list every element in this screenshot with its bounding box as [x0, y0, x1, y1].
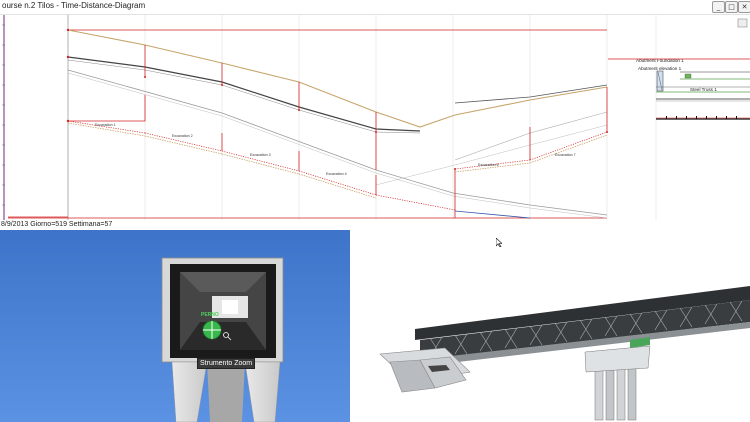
activity-label-excavation-7: Excavation 7 [555, 153, 576, 157]
window-title: ourse n.2 Tilos - Time-Distance-Diagram [2, 1, 146, 10]
header-label-abutment-elevation: Abutment elevation 1 [638, 66, 682, 71]
activity-label-excavation-3: Excavation 3 [250, 153, 271, 157]
bridge-render-view[interactable] [350, 220, 750, 422]
status-bar: 8/9/2013 Giorno=519 Settimana=57 [0, 220, 351, 230]
activity-label-excavation-4: Excavation 4 [326, 172, 347, 176]
3d-viewport[interactable]: PERNO Strumento Zoom [0, 230, 350, 422]
diagram-options-icon[interactable] [737, 18, 748, 28]
zoom-tool-tooltip: Strumento Zoom [197, 358, 256, 369]
diagram-canvas[interactable]: Excavation 1 Excavation 2 Excavation 3 E… [0, 15, 750, 220]
minimize-button[interactable]: _ [712, 1, 725, 13]
time-distance-diagram[interactable]: Excavation 1 Excavation 2 Excavation 3 E… [0, 15, 750, 220]
tool-label: PERNO [201, 312, 219, 318]
mouse-pointer-icon [496, 238, 502, 247]
header-label-steel-truss: Steel Truss 1 [690, 87, 717, 92]
maximize-button[interactable]: □ [725, 1, 738, 13]
activity-label-excavation-1: Excavation 1 [95, 123, 116, 127]
window-title-bar: ourse n.2 Tilos - Time-Distance-Diagram … [0, 0, 750, 15]
activity-label-excavation-6: Excavation 6 [478, 163, 499, 167]
close-button[interactable]: ✕ [738, 1, 750, 13]
activity-label-excavation-2: Excavation 2 [172, 134, 193, 138]
